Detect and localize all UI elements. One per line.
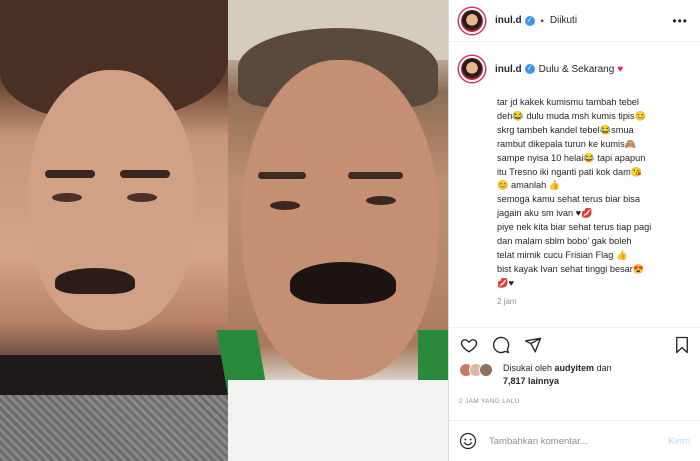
author-username[interactable]: inul.d bbox=[495, 15, 522, 26]
caption-username[interactable]: inul.d bbox=[495, 64, 522, 75]
new-shirt bbox=[228, 380, 448, 461]
likes-and: dan bbox=[596, 363, 612, 373]
share-icon[interactable] bbox=[523, 335, 543, 355]
caption-line: semoga kamu sehat terus biar bisa bbox=[497, 194, 640, 205]
new-brow-right bbox=[348, 172, 403, 179]
likes-text: Disukai oleh audyitem dan 7,817 lainnya bbox=[503, 362, 612, 388]
new-eye-right bbox=[366, 196, 396, 205]
old-brow-left bbox=[45, 170, 95, 178]
likes-summary: Disukai oleh audyitem dan 7,817 lainnya bbox=[459, 362, 612, 388]
caption-line: rambut dikepala turun ke kumis🙈 bbox=[497, 138, 637, 149]
caption-avatar[interactable] bbox=[459, 56, 485, 82]
emoji-icon[interactable] bbox=[459, 432, 477, 450]
old-coat bbox=[0, 395, 228, 461]
post-media[interactable] bbox=[0, 0, 448, 461]
likes-prefix: Disukai oleh bbox=[503, 363, 553, 373]
new-eye-left bbox=[270, 201, 300, 210]
old-mustache bbox=[55, 268, 135, 294]
liked-by-user[interactable]: audyitem bbox=[555, 363, 595, 373]
caption-verified-icon: ✓ bbox=[524, 64, 535, 74]
caption-line: dan malam sblm bobo' gak boleh bbox=[497, 236, 632, 247]
caption-title: Dulu & Sekarang bbox=[538, 63, 615, 75]
photo-then bbox=[0, 0, 228, 461]
caption-line: 😊 amanlah 👍 bbox=[497, 180, 561, 191]
more-options-icon[interactable]: ••• bbox=[672, 14, 688, 28]
caption-line: sampe nyisa 10 helai😂 tapi apapun bbox=[497, 152, 646, 163]
verified-badge-icon: ✓ bbox=[524, 15, 535, 26]
comment-bar: Kirim bbox=[449, 420, 700, 461]
old-brow-right bbox=[120, 170, 170, 178]
post-sidebar: inul.d ✓ • Diikuti ••• inul.d ✓ Dulu & S… bbox=[449, 0, 700, 461]
caption-line: skrg tambeh kandel tebel😂smua bbox=[497, 124, 634, 135]
author-avatar[interactable] bbox=[459, 7, 485, 34]
photo-now bbox=[216, 0, 448, 461]
old-eye-left bbox=[52, 193, 82, 202]
caption-line: tar jd kakek kumismu tambah tebel bbox=[497, 97, 639, 107]
caption-line: bist kayak Ivan sehat tinggi besar😍 bbox=[497, 263, 645, 274]
caption-line: 💋♥ bbox=[497, 277, 514, 288]
new-face bbox=[242, 60, 438, 380]
liker-avatars bbox=[459, 363, 493, 377]
comment-input[interactable] bbox=[489, 435, 649, 447]
caption-header: inul.d ✓ Dulu & Sekarang ♥ bbox=[459, 56, 695, 82]
new-brow-left bbox=[258, 172, 306, 179]
new-mustache bbox=[290, 262, 396, 304]
caption-body: tar jd kakek kumismu tambah tebel deh😂 d… bbox=[497, 96, 695, 291]
header-separator: • bbox=[540, 15, 544, 26]
caption-time[interactable]: 2 jam bbox=[497, 297, 695, 306]
likes-count[interactable]: 7,817 lainnya bbox=[503, 376, 559, 386]
post-header: inul.d ✓ • Diikuti ••• bbox=[449, 0, 700, 42]
heart-outline-icon[interactable] bbox=[459, 335, 479, 355]
caption-line: itu Tresno iki nganti pati kok dam😘 bbox=[497, 166, 643, 177]
caption: inul.d ✓ Dulu & Sekarang ♥ tar jd kakek … bbox=[459, 56, 695, 306]
comment-icon[interactable] bbox=[491, 335, 511, 355]
post-timestamp[interactable]: 2 JAM YANG LALU bbox=[459, 398, 520, 405]
post-comment-button[interactable]: Kirim bbox=[668, 436, 690, 447]
liker-avatar bbox=[479, 363, 493, 377]
follow-button[interactable]: Diikuti bbox=[550, 15, 577, 26]
bookmark-icon[interactable] bbox=[672, 335, 692, 355]
action-bar bbox=[449, 327, 700, 361]
old-eye-right bbox=[127, 193, 157, 202]
caption-line: piye nek kita biar sehat terus tiap pagi bbox=[497, 222, 652, 233]
caption-line: telat mimik cucu Frisian Flag 👍 bbox=[497, 249, 628, 260]
caption-line: deh😂 dulu muda msh kumis tipis😊 bbox=[497, 110, 647, 121]
caption-line: jagain aku sm ivan ♥💋 bbox=[497, 208, 593, 219]
caption-heart: ♥ bbox=[617, 63, 624, 75]
